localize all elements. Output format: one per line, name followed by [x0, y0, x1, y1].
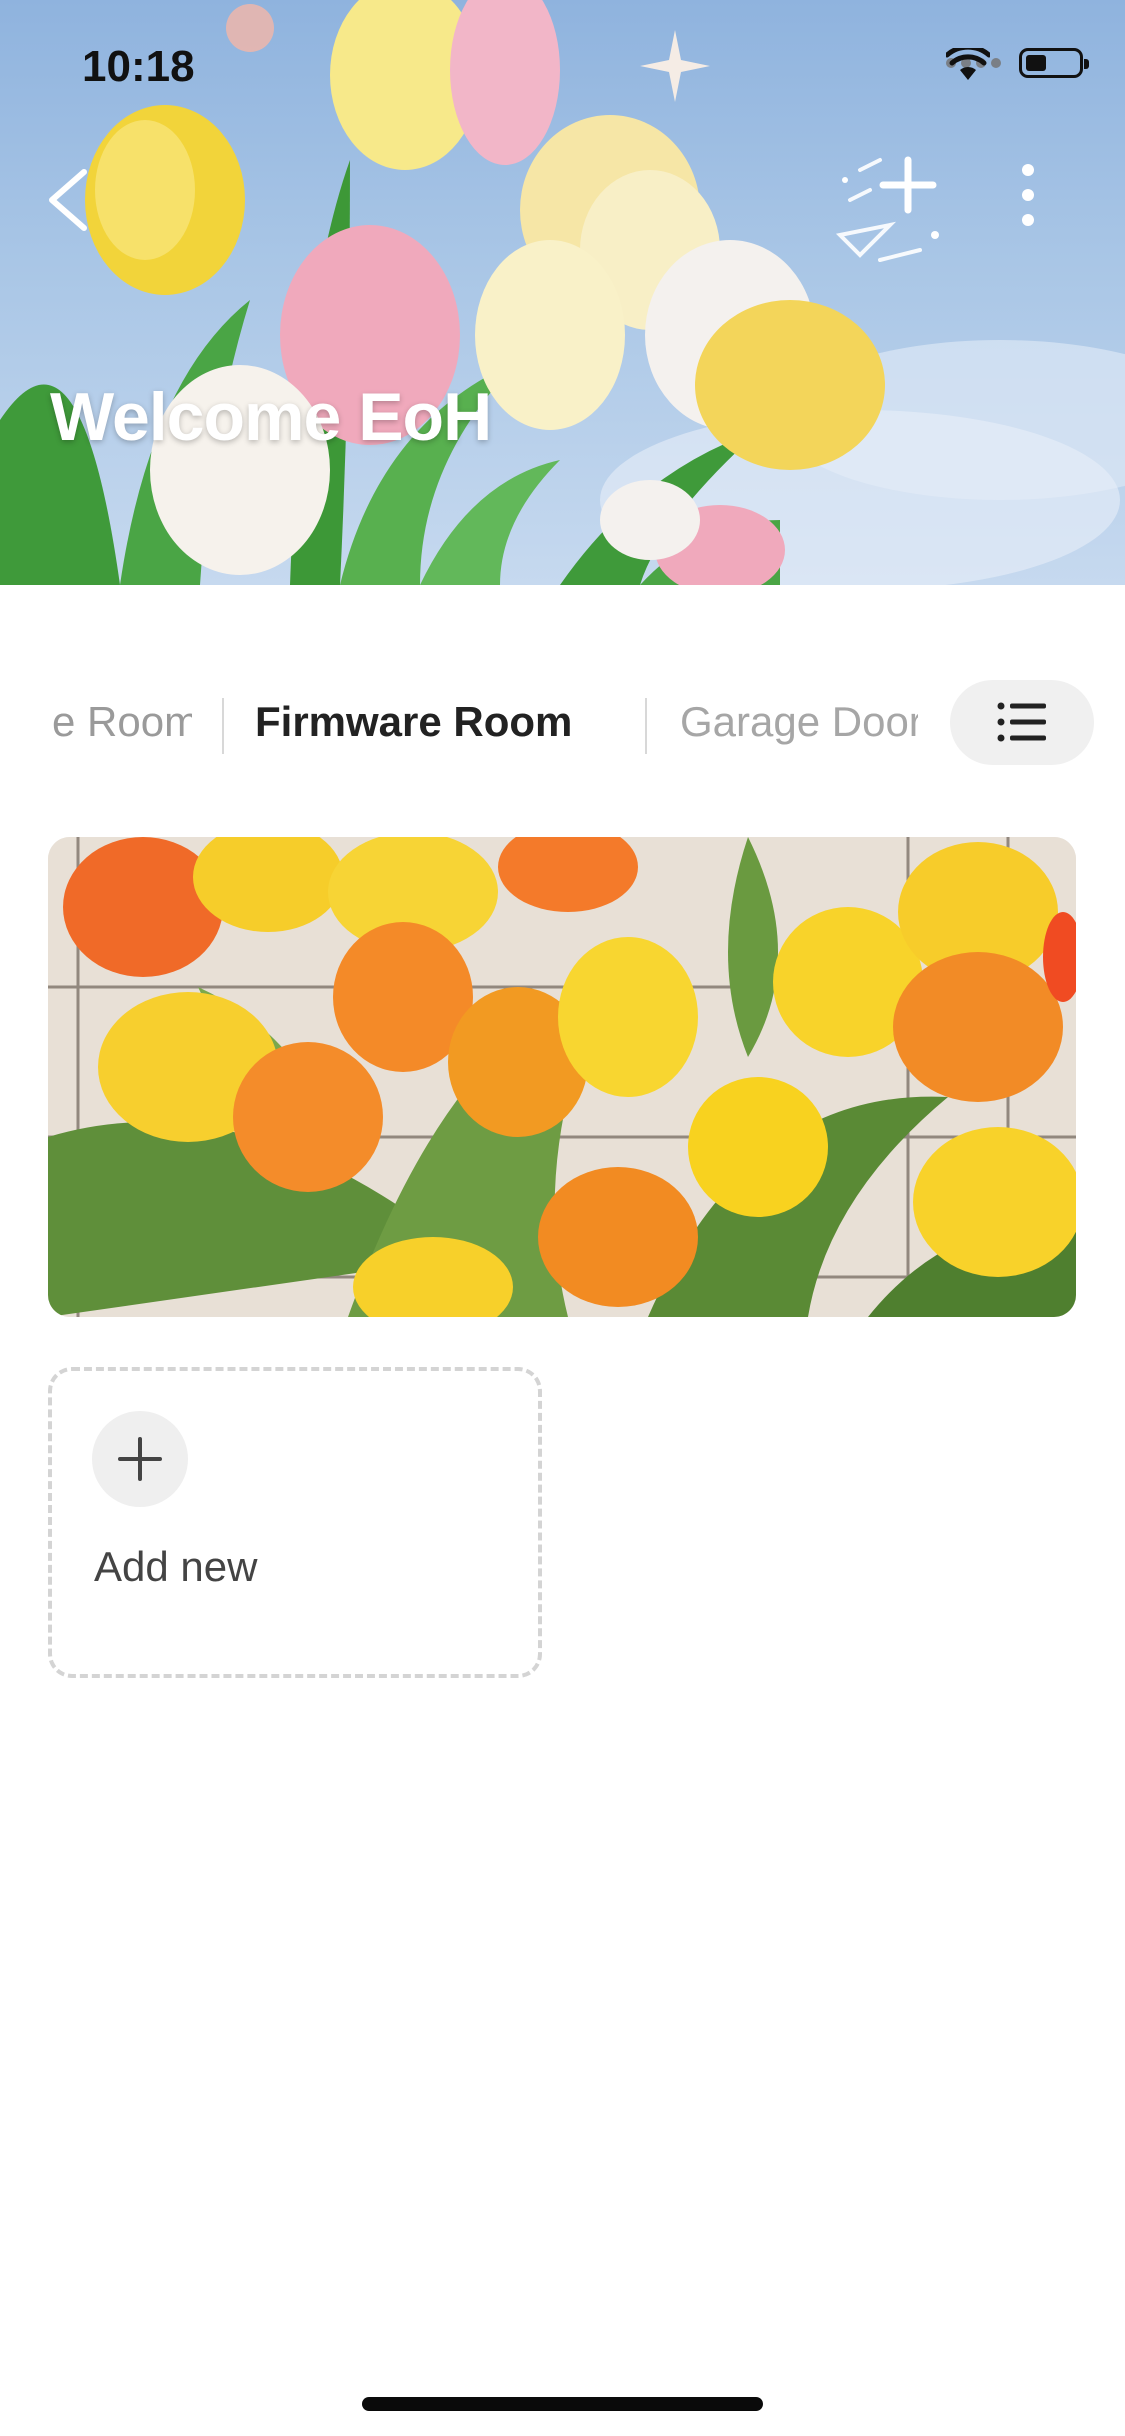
add-new-card[interactable]: Add new: [48, 1367, 542, 1678]
tab-room-previous[interactable]: e Room: [52, 698, 192, 746]
room-list-button[interactable]: [950, 680, 1094, 765]
add-new-label: Add new: [94, 1543, 258, 1590]
tulip-bouquet-image: [48, 837, 1076, 1317]
plus-sparkle-icon: [835, 156, 939, 262]
battery-icon: [1019, 48, 1089, 78]
room-tabs: e Room Firmware Room Garage Door: [0, 680, 1125, 770]
chevron-left-icon: [49, 169, 87, 231]
add-new-button[interactable]: [92, 1411, 188, 1507]
add-device-button[interactable]: [820, 140, 960, 290]
tab-firmware-room[interactable]: Firmware Room: [255, 698, 572, 746]
header-banner: 10:18 Welcome EoH: [0, 0, 1125, 585]
more-options-button[interactable]: [1000, 160, 1060, 230]
tab-divider: [222, 698, 224, 754]
room-image[interactable]: [48, 837, 1076, 1317]
status-icons: [946, 48, 1089, 80]
wifi-icon: [946, 48, 990, 80]
status-time: 10:18: [82, 42, 195, 91]
plus-icon: [118, 1437, 162, 1481]
home-indicator: [362, 2397, 763, 2411]
list-icon: [997, 702, 1046, 742]
tab-divider: [645, 698, 647, 754]
more-vertical-icon: [1022, 164, 1034, 226]
page-title: Welcome EoH: [50, 379, 492, 455]
back-button[interactable]: [40, 160, 100, 240]
tab-garage-door[interactable]: Garage Door: [680, 698, 918, 746]
